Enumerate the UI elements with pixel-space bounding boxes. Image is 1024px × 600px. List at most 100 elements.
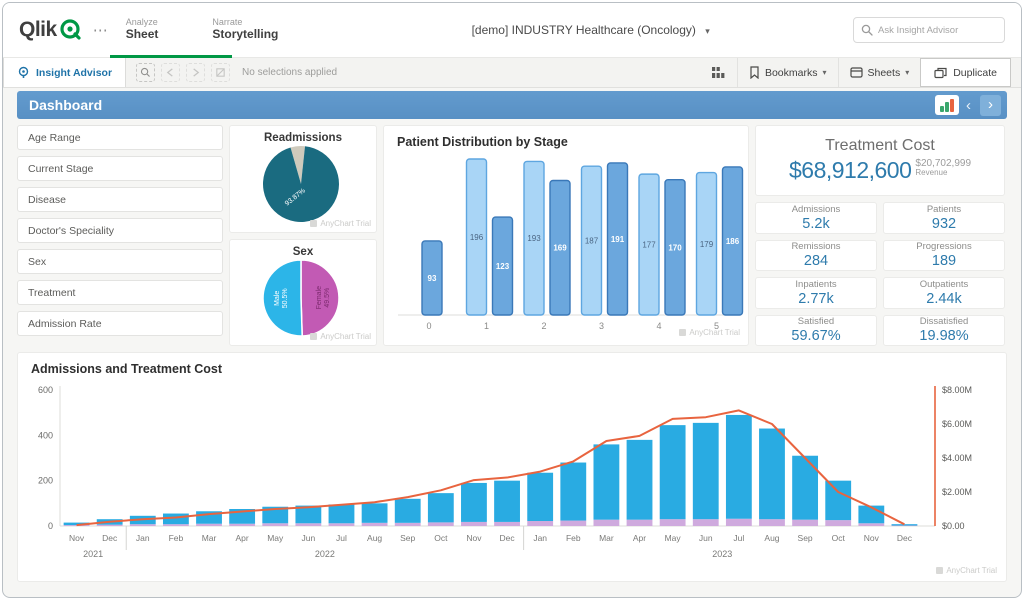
combo-bar[interactable] bbox=[726, 415, 752, 519]
combo-bar-secondary[interactable] bbox=[759, 519, 785, 526]
combo-bar-secondary[interactable] bbox=[130, 524, 156, 526]
selections-search-icon[interactable] bbox=[136, 63, 155, 82]
kpi-value: 284 bbox=[804, 253, 828, 269]
combo-bar-secondary[interactable] bbox=[593, 520, 619, 526]
filter-treatment[interactable]: Treatment bbox=[17, 280, 223, 305]
stage-bar-chart[interactable]: 93019612311931692187191317717041791865 bbox=[384, 149, 748, 339]
combo-bar-secondary[interactable] bbox=[229, 524, 255, 526]
combo-bar[interactable] bbox=[395, 499, 421, 523]
combo-bar[interactable] bbox=[892, 524, 918, 525]
combo-bar-secondary[interactable] bbox=[428, 522, 454, 526]
clear-selections-icon[interactable] bbox=[211, 63, 230, 82]
combo-bar-secondary[interactable] bbox=[693, 519, 719, 526]
combo-bar-secondary[interactable] bbox=[726, 519, 752, 526]
combo-bar-secondary[interactable] bbox=[858, 523, 884, 526]
filter-panel: Age Range Current Stage Disease Doctor's… bbox=[17, 125, 223, 346]
qlik-logo[interactable]: Qlik bbox=[19, 18, 83, 42]
bar-value-label: 196 bbox=[470, 233, 484, 242]
treatment-cost-title: Treatment Cost bbox=[825, 137, 935, 155]
combo-bar[interactable] bbox=[792, 456, 818, 520]
combo-bar-secondary[interactable] bbox=[295, 523, 321, 526]
combo-bar-secondary[interactable] bbox=[461, 522, 487, 526]
filter-doctors-speciality[interactable]: Doctor's Speciality bbox=[17, 218, 223, 243]
combo-bar[interactable] bbox=[660, 425, 686, 519]
combo-bar[interactable] bbox=[362, 503, 388, 522]
combo-bar[interactable] bbox=[759, 429, 785, 520]
combo-bar-secondary[interactable] bbox=[494, 522, 520, 526]
combo-bar-secondary[interactable] bbox=[262, 523, 288, 526]
kpi-admissions[interactable]: Admissions5.2k bbox=[755, 202, 877, 234]
step-forward-icon[interactable] bbox=[186, 63, 205, 82]
sex-title: Sex bbox=[230, 240, 376, 258]
search-icon bbox=[861, 24, 873, 36]
combo-bar[interactable] bbox=[428, 493, 454, 522]
kpi-satisfied[interactable]: Satisfied59.67% bbox=[755, 315, 877, 347]
filter-sex[interactable]: Sex bbox=[17, 249, 223, 274]
bookmarks-button[interactable]: Bookmarks ▾ bbox=[737, 58, 838, 87]
combo-bar[interactable] bbox=[693, 423, 719, 519]
treatment-cost-panel[interactable]: Treatment Cost $68,912,600 $20,702,999 R… bbox=[755, 125, 1005, 196]
y-left-tick: 0 bbox=[48, 521, 53, 531]
kpi-inpatients[interactable]: Inpatients2.77k bbox=[755, 277, 877, 309]
next-sheet-button[interactable]: › bbox=[980, 95, 1001, 116]
readmissions-pie-panel[interactable]: Readmissions 93.87% AnyChart Trial bbox=[229, 125, 377, 233]
filter-age-range[interactable]: Age Range bbox=[17, 125, 223, 150]
sex-pie-chart[interactable]: Female49.5%Male50.5% bbox=[230, 258, 376, 344]
kpi-label: Admissions bbox=[792, 204, 841, 215]
combo-bar-secondary[interactable] bbox=[64, 525, 90, 526]
combo-bar[interactable] bbox=[527, 473, 553, 521]
x-tick-label: Sep bbox=[798, 533, 813, 543]
combo-bar-secondary[interactable] bbox=[196, 524, 222, 526]
combo-bar[interactable] bbox=[593, 444, 619, 519]
filter-disease[interactable]: Disease bbox=[17, 187, 223, 212]
combo-bar-secondary[interactable] bbox=[627, 520, 653, 526]
kpi-outpatients[interactable]: Outpatients2.44k bbox=[883, 277, 1005, 309]
prev-sheet-button[interactable]: ‹ bbox=[959, 97, 978, 114]
filter-label: Current Stage bbox=[28, 163, 93, 175]
step-back-icon[interactable] bbox=[161, 63, 180, 82]
combo-bar-secondary[interactable] bbox=[660, 519, 686, 526]
nav-narrate-storytelling[interactable]: Narrate Storytelling bbox=[208, 11, 282, 49]
combo-bar-secondary[interactable] bbox=[395, 523, 421, 526]
readmissions-pie-chart[interactable]: 93.87% bbox=[230, 144, 376, 230]
combo-bar[interactable] bbox=[825, 481, 851, 520]
app-title-text: [demo] INDUSTRY Healthcare (Oncology) bbox=[472, 23, 696, 37]
kpi-dissatisfied[interactable]: Dissatisfied19.98% bbox=[883, 315, 1005, 347]
insight-advisor-search[interactable] bbox=[853, 17, 1005, 43]
duplicate-button[interactable]: Duplicate bbox=[920, 58, 1011, 87]
filter-admission-rate[interactable]: Admission Rate bbox=[17, 311, 223, 336]
sheet-thumbnail-icon[interactable] bbox=[935, 95, 959, 115]
nav-analyze-sheet[interactable]: Analyze Sheet bbox=[122, 11, 163, 49]
more-menu-icon[interactable]: ⋯ bbox=[93, 21, 108, 39]
combo-bar-secondary[interactable] bbox=[792, 520, 818, 526]
sex-pie-panel[interactable]: Sex Female49.5%Male50.5% AnyChart Trial bbox=[229, 239, 377, 347]
combo-bar-secondary[interactable] bbox=[825, 520, 851, 526]
combo-bar-secondary[interactable] bbox=[362, 523, 388, 526]
bar-value-label: 169 bbox=[553, 244, 567, 253]
kpi-remissions[interactable]: Remissions284 bbox=[755, 240, 877, 272]
kpi-progressions[interactable]: Progressions189 bbox=[883, 240, 1005, 272]
combo-bar-secondary[interactable] bbox=[163, 524, 189, 526]
y-right-tick: $4.00M bbox=[942, 453, 972, 463]
search-input[interactable] bbox=[878, 25, 988, 36]
combo-chart[interactable]: 0200400600$0.00$2.00M$4.00M$6.00M$8.00MN… bbox=[18, 376, 994, 578]
combo-bar-secondary[interactable] bbox=[560, 521, 586, 526]
app-title-dropdown[interactable]: [demo] INDUSTRY Healthcare (Oncology) ▾ bbox=[328, 23, 853, 37]
combo-bar[interactable] bbox=[627, 440, 653, 520]
sheet-overview-button[interactable] bbox=[700, 58, 737, 87]
sheets-button[interactable]: Sheets ▾ bbox=[838, 58, 921, 87]
combo-bar[interactable] bbox=[494, 481, 520, 522]
filter-current-stage[interactable]: Current Stage bbox=[17, 156, 223, 181]
combo-bar-secondary[interactable] bbox=[329, 523, 355, 526]
insight-advisor-button[interactable]: Insight Advisor bbox=[3, 58, 126, 87]
combo-bar-secondary[interactable] bbox=[97, 525, 123, 526]
kpi-patients[interactable]: Patients932 bbox=[883, 202, 1005, 234]
combo-bar-secondary[interactable] bbox=[527, 521, 553, 526]
stage-chart-panel[interactable]: Patient Distribution by Stage 9301961231… bbox=[383, 125, 749, 346]
combo-bar[interactable] bbox=[329, 504, 355, 523]
combo-bar[interactable] bbox=[560, 463, 586, 521]
y-left-tick: 400 bbox=[38, 430, 53, 440]
x-tick-label: May bbox=[665, 533, 682, 543]
combo-chart-panel[interactable]: Admissions and Treatment Cost 0200400600… bbox=[17, 352, 1007, 582]
combo-bar[interactable] bbox=[461, 483, 487, 522]
